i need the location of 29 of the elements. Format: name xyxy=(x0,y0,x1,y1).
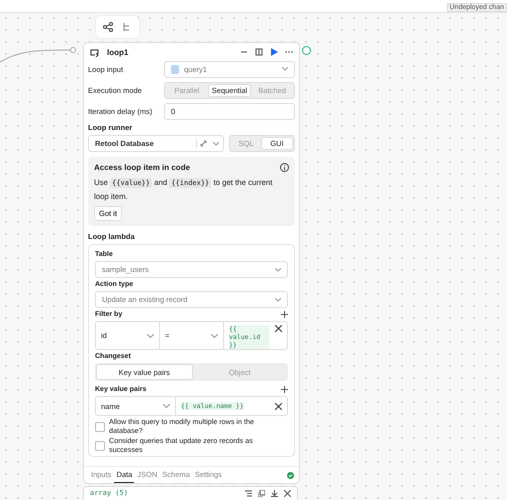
hierarchy-icon[interactable] xyxy=(122,22,132,32)
copy-icon[interactable] xyxy=(258,490,265,496)
info-title: Access loop item in code xyxy=(94,163,190,172)
close-icon[interactable] xyxy=(284,490,291,496)
checkbox[interactable] xyxy=(95,440,105,450)
chevron-icon xyxy=(275,268,281,272)
add-icon[interactable] xyxy=(281,311,288,318)
link-icon xyxy=(196,139,208,148)
chevron-icon xyxy=(147,334,154,338)
database-icon xyxy=(171,64,179,74)
share-nodes-icon[interactable] xyxy=(103,22,113,32)
download-icon[interactable] xyxy=(271,490,278,496)
close-icon[interactable] xyxy=(275,325,282,332)
output-port[interactable] xyxy=(302,46,311,55)
checkbox[interactable] xyxy=(95,422,105,432)
list-icon[interactable] xyxy=(245,490,252,496)
play-icon[interactable] xyxy=(270,48,278,56)
chevron-icon xyxy=(163,404,170,408)
panel-icon[interactable] xyxy=(255,48,263,56)
add-icon[interactable] xyxy=(281,386,288,393)
chevron-icon xyxy=(211,334,218,338)
chevron-icon xyxy=(275,298,281,302)
node-title: loop1 xyxy=(107,48,128,56)
chevron-icon xyxy=(213,142,219,146)
success-icon xyxy=(287,472,294,478)
info-icon xyxy=(280,163,289,172)
chevron-icon xyxy=(282,67,288,71)
close-icon[interactable] xyxy=(275,402,282,410)
loop-icon xyxy=(90,48,100,56)
